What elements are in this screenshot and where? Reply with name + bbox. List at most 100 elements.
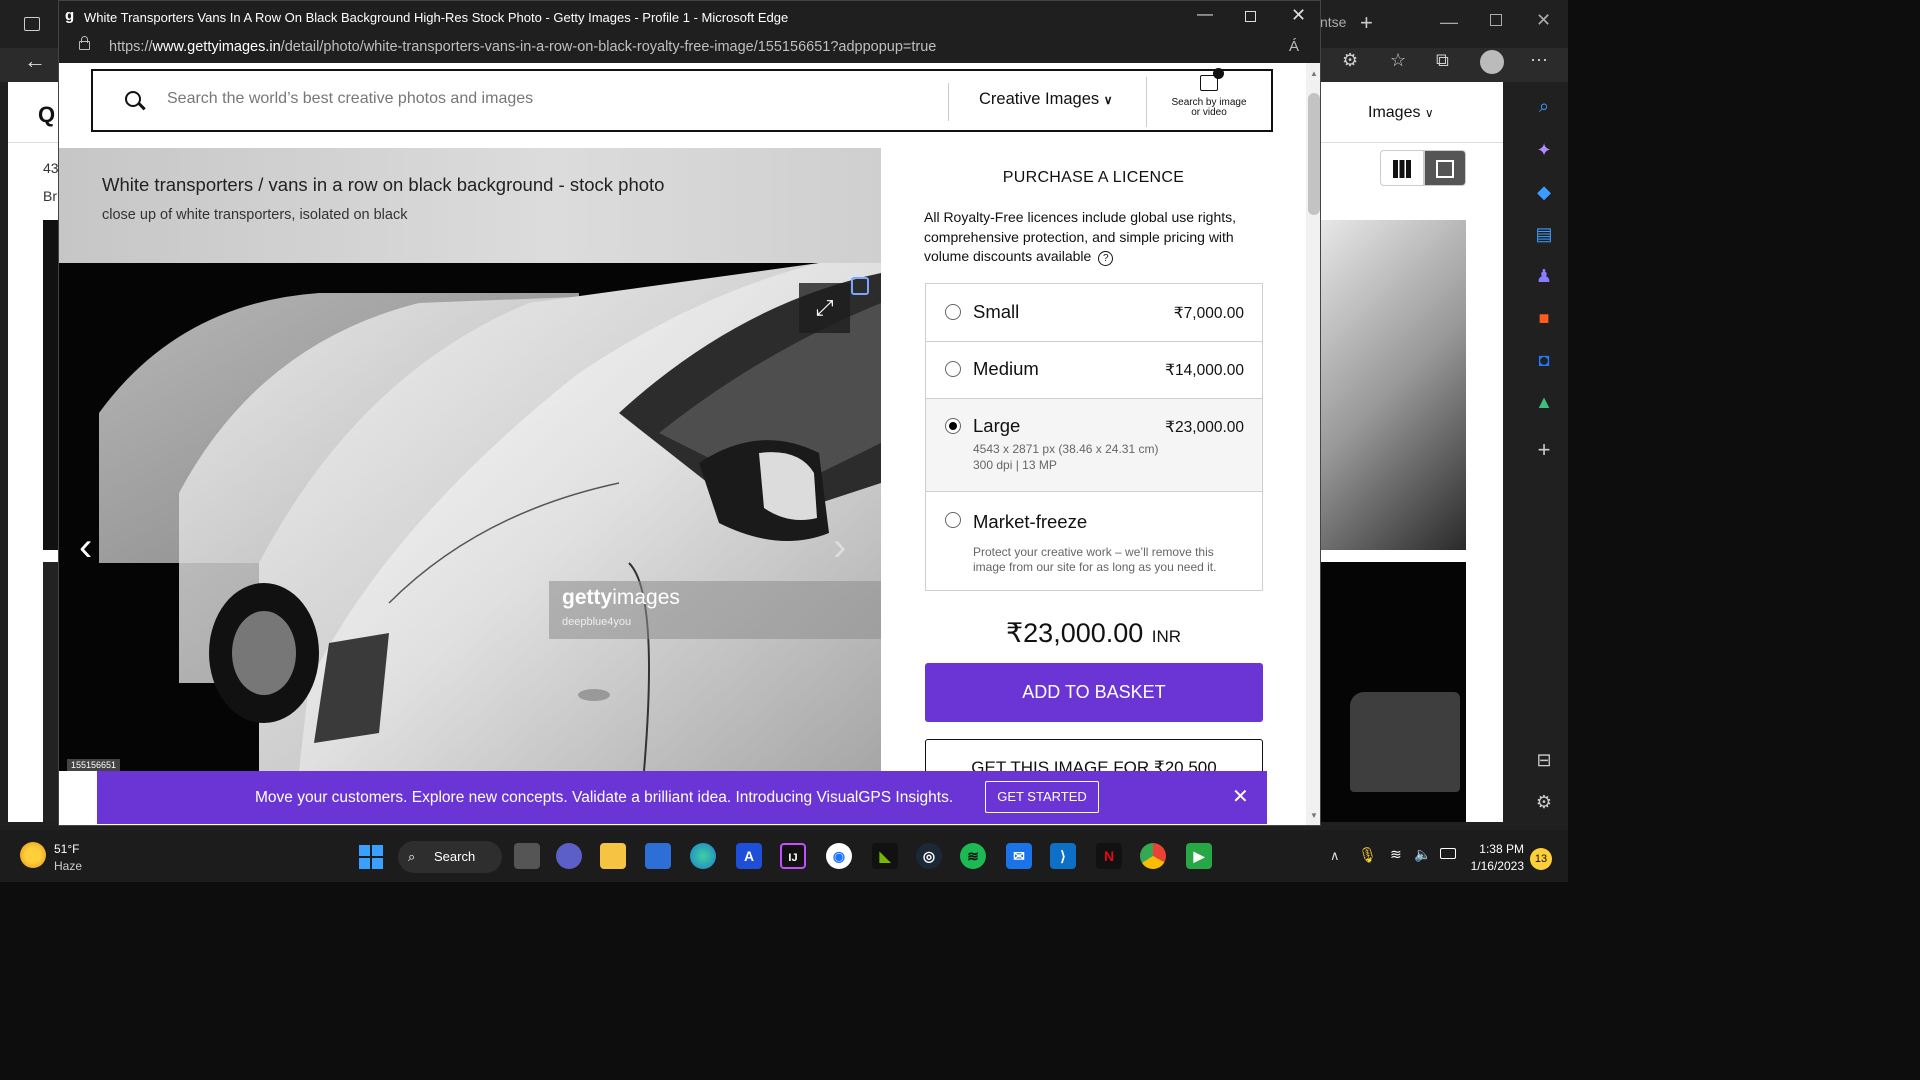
sidebar-games-icon[interactable]: ♟ — [1532, 264, 1556, 288]
minimize-icon[interactable]: — — [1197, 6, 1213, 24]
purchase-heading: PURCHASE A LICENCE — [1002, 169, 1185, 186]
getty-favicon-icon: g — [65, 7, 75, 24]
weather-temp[interactable]: 51°F — [54, 842, 79, 856]
radio-small[interactable] — [945, 304, 961, 320]
expand-icon[interactable]: ⤢ — [799, 283, 850, 333]
chat-icon[interactable] — [556, 843, 582, 869]
bg-search-icon[interactable]: Q — [38, 102, 55, 128]
battery-icon[interactable] — [1440, 848, 1456, 859]
clock-date[interactable]: 1/16/2023 — [1468, 859, 1524, 873]
netflix-icon[interactable]: N — [1096, 843, 1122, 869]
close-banner-icon[interactable]: ✕ — [1232, 784, 1249, 809]
maximize-icon[interactable] — [1245, 11, 1256, 22]
volume-icon[interactable]: 🔈 — [1414, 846, 1431, 863]
back-arrow-icon[interactable]: ← — [24, 48, 46, 74]
search-bar: Search the world’s best creative photos … — [91, 68, 1273, 132]
scroll-up-icon[interactable]: ▲ — [1310, 69, 1318, 78]
scrollbar-thumb[interactable] — [1308, 93, 1320, 215]
spotify-icon[interactable]: ≋ — [960, 843, 986, 869]
bg-truck-thumbnail[interactable] — [1320, 562, 1466, 822]
url-text[interactable]: https://www.gettyimages.in/detail/photo/… — [109, 39, 936, 55]
bg-maximize-icon[interactable] — [1490, 14, 1502, 26]
sidebar-drop-icon[interactable]: ▲ — [1532, 390, 1556, 414]
taskbar-search-button[interactable]: ⌕ Search — [398, 841, 502, 873]
microphone-icon[interactable]: 🎙 — [1358, 846, 1377, 864]
favorites-icon[interactable]: ☆ — [1390, 50, 1406, 71]
grid-view-icon[interactable] — [1380, 150, 1424, 186]
edge-icon[interactable] — [690, 843, 716, 869]
scroll-down-icon[interactable]: ▼ — [1310, 811, 1318, 820]
bg-images-filter[interactable]: Images ∨ — [1368, 104, 1434, 122]
sidebar-search-icon[interactable]: ⌕ — [1532, 94, 1556, 118]
sidebar-office-icon[interactable]: ■ — [1532, 306, 1556, 330]
steam-icon[interactable]: ◎ — [916, 843, 942, 869]
search-by-image-button[interactable]: Search by image or video — [1171, 68, 1247, 118]
tray-overflow-icon[interactable]: ∧ — [1330, 848, 1340, 864]
image-id-label: 155156651 — [67, 759, 121, 771]
profile-avatar[interactable] — [1480, 50, 1504, 74]
meet-icon[interactable]: ▶ — [1186, 843, 1212, 869]
sidebar-panel-icon[interactable]: ⊟ — [1532, 748, 1556, 772]
licence-option-large[interactable]: Large ₹23,000.00 4543 x 2871 px (38.46 x… — [925, 398, 1263, 491]
radio-market-freeze[interactable] — [945, 512, 961, 528]
licence-option-market-freeze[interactable]: Market-freeze Protect your creative work… — [925, 491, 1263, 591]
sidebar-shopping-icon[interactable]: ◆ — [1532, 180, 1556, 204]
bg-minimize-icon[interactable]: — — [1440, 12, 1458, 33]
search-icon[interactable] — [125, 91, 146, 110]
sidebar-add-icon[interactable]: + — [1532, 438, 1556, 462]
start-windows-icon[interactable] — [359, 845, 383, 869]
mail-icon[interactable]: ✉ — [1006, 843, 1032, 869]
bg-close-icon[interactable]: ✕ — [1536, 10, 1551, 31]
previous-image-arrow-icon[interactable]: ‹ — [79, 525, 92, 570]
settings-more-icon[interactable]: ⋯ — [1530, 50, 1548, 71]
licence-option-medium[interactable]: Medium ₹14,000.00 — [925, 341, 1263, 398]
sidebar-outlook-icon[interactable]: ◘ — [1532, 348, 1556, 372]
wifi-icon[interactable]: ≋ — [1390, 846, 1402, 863]
next-image-arrow-icon[interactable]: › — [833, 525, 846, 570]
option-price: ₹23,000.00 — [1165, 419, 1244, 436]
mosaic-view-icon[interactable] — [1424, 150, 1466, 186]
option-dimensions: 4543 x 2871 px (38.46 x 24.31 cm) — [973, 442, 1159, 456]
collections-icon[interactable]: ⧉ — [1436, 50, 1449, 71]
vscode-icon[interactable]: ⟩ — [1050, 843, 1076, 869]
task-view-icon[interactable] — [514, 843, 540, 869]
add-to-basket-button[interactable]: ADD TO BASKET — [925, 663, 1263, 722]
notification-badge[interactable]: 13 — [1530, 848, 1552, 870]
radio-large[interactable] — [945, 418, 961, 434]
radio-medium[interactable] — [945, 361, 961, 377]
background-tab-label[interactable]: ntse — [1320, 14, 1346, 30]
weather-desc[interactable]: Haze — [54, 859, 82, 873]
licence-option-small[interactable]: Small ₹7,000.00 — [925, 283, 1263, 341]
address-bar[interactable]: https://www.gettyimages.in/detail/photo/… — [59, 33, 1320, 63]
search-input[interactable]: Search the world’s best creative photos … — [167, 90, 533, 108]
bg-van-thumbnail[interactable] — [1320, 220, 1466, 550]
weather-icon[interactable] — [20, 842, 46, 868]
visual-search-icon[interactable] — [851, 277, 869, 295]
microsoft-store-icon[interactable] — [645, 843, 671, 869]
bg-breadcrumb: Br — [43, 188, 57, 204]
close-window-icon[interactable]: ✕ — [1291, 5, 1306, 26]
tab-actions-icon[interactable] — [24, 17, 40, 31]
vans-illustration — [59, 263, 881, 771]
signal-icon[interactable]: ◉ — [826, 843, 852, 869]
extensions-icon[interactable]: ⚙ — [1342, 50, 1358, 71]
nvidia-icon[interactable]: ◣ — [872, 843, 898, 869]
sidebar-tools-icon[interactable]: ▤ — [1532, 222, 1556, 246]
sidebar-settings-icon[interactable]: ⚙ — [1532, 790, 1556, 814]
file-explorer-icon[interactable] — [600, 843, 626, 869]
intellij-icon[interactable]: IJ — [780, 843, 806, 869]
read-aloud-icon[interactable]: Á — [1289, 38, 1299, 55]
new-tab-icon[interactable]: + — [1360, 10, 1373, 36]
clock-time[interactable]: 1:38 PM — [1470, 842, 1524, 856]
popup-scrollbar[interactable]: ▲ ▼ — [1306, 63, 1320, 825]
chrome-icon[interactable] — [1140, 843, 1166, 869]
stock-photo[interactable]: gettyimages deepblue4you ⤢ ‹ › 155156651 — [59, 263, 881, 771]
help-icon[interactable]: ? — [1098, 251, 1114, 266]
get-started-button[interactable]: GET STARTED — [985, 781, 1099, 813]
azure-icon[interactable]: A — [736, 843, 762, 869]
bg-results-count: 43 — [43, 160, 59, 176]
sidebar-discover-icon[interactable]: ✦ — [1532, 138, 1556, 162]
popup-browser-window: g White Transporters Vans In A Row On Bl… — [58, 0, 1321, 826]
option-name: Large — [973, 415, 1021, 436]
creative-images-dropdown[interactable]: Creative Images ∨ — [979, 90, 1113, 109]
